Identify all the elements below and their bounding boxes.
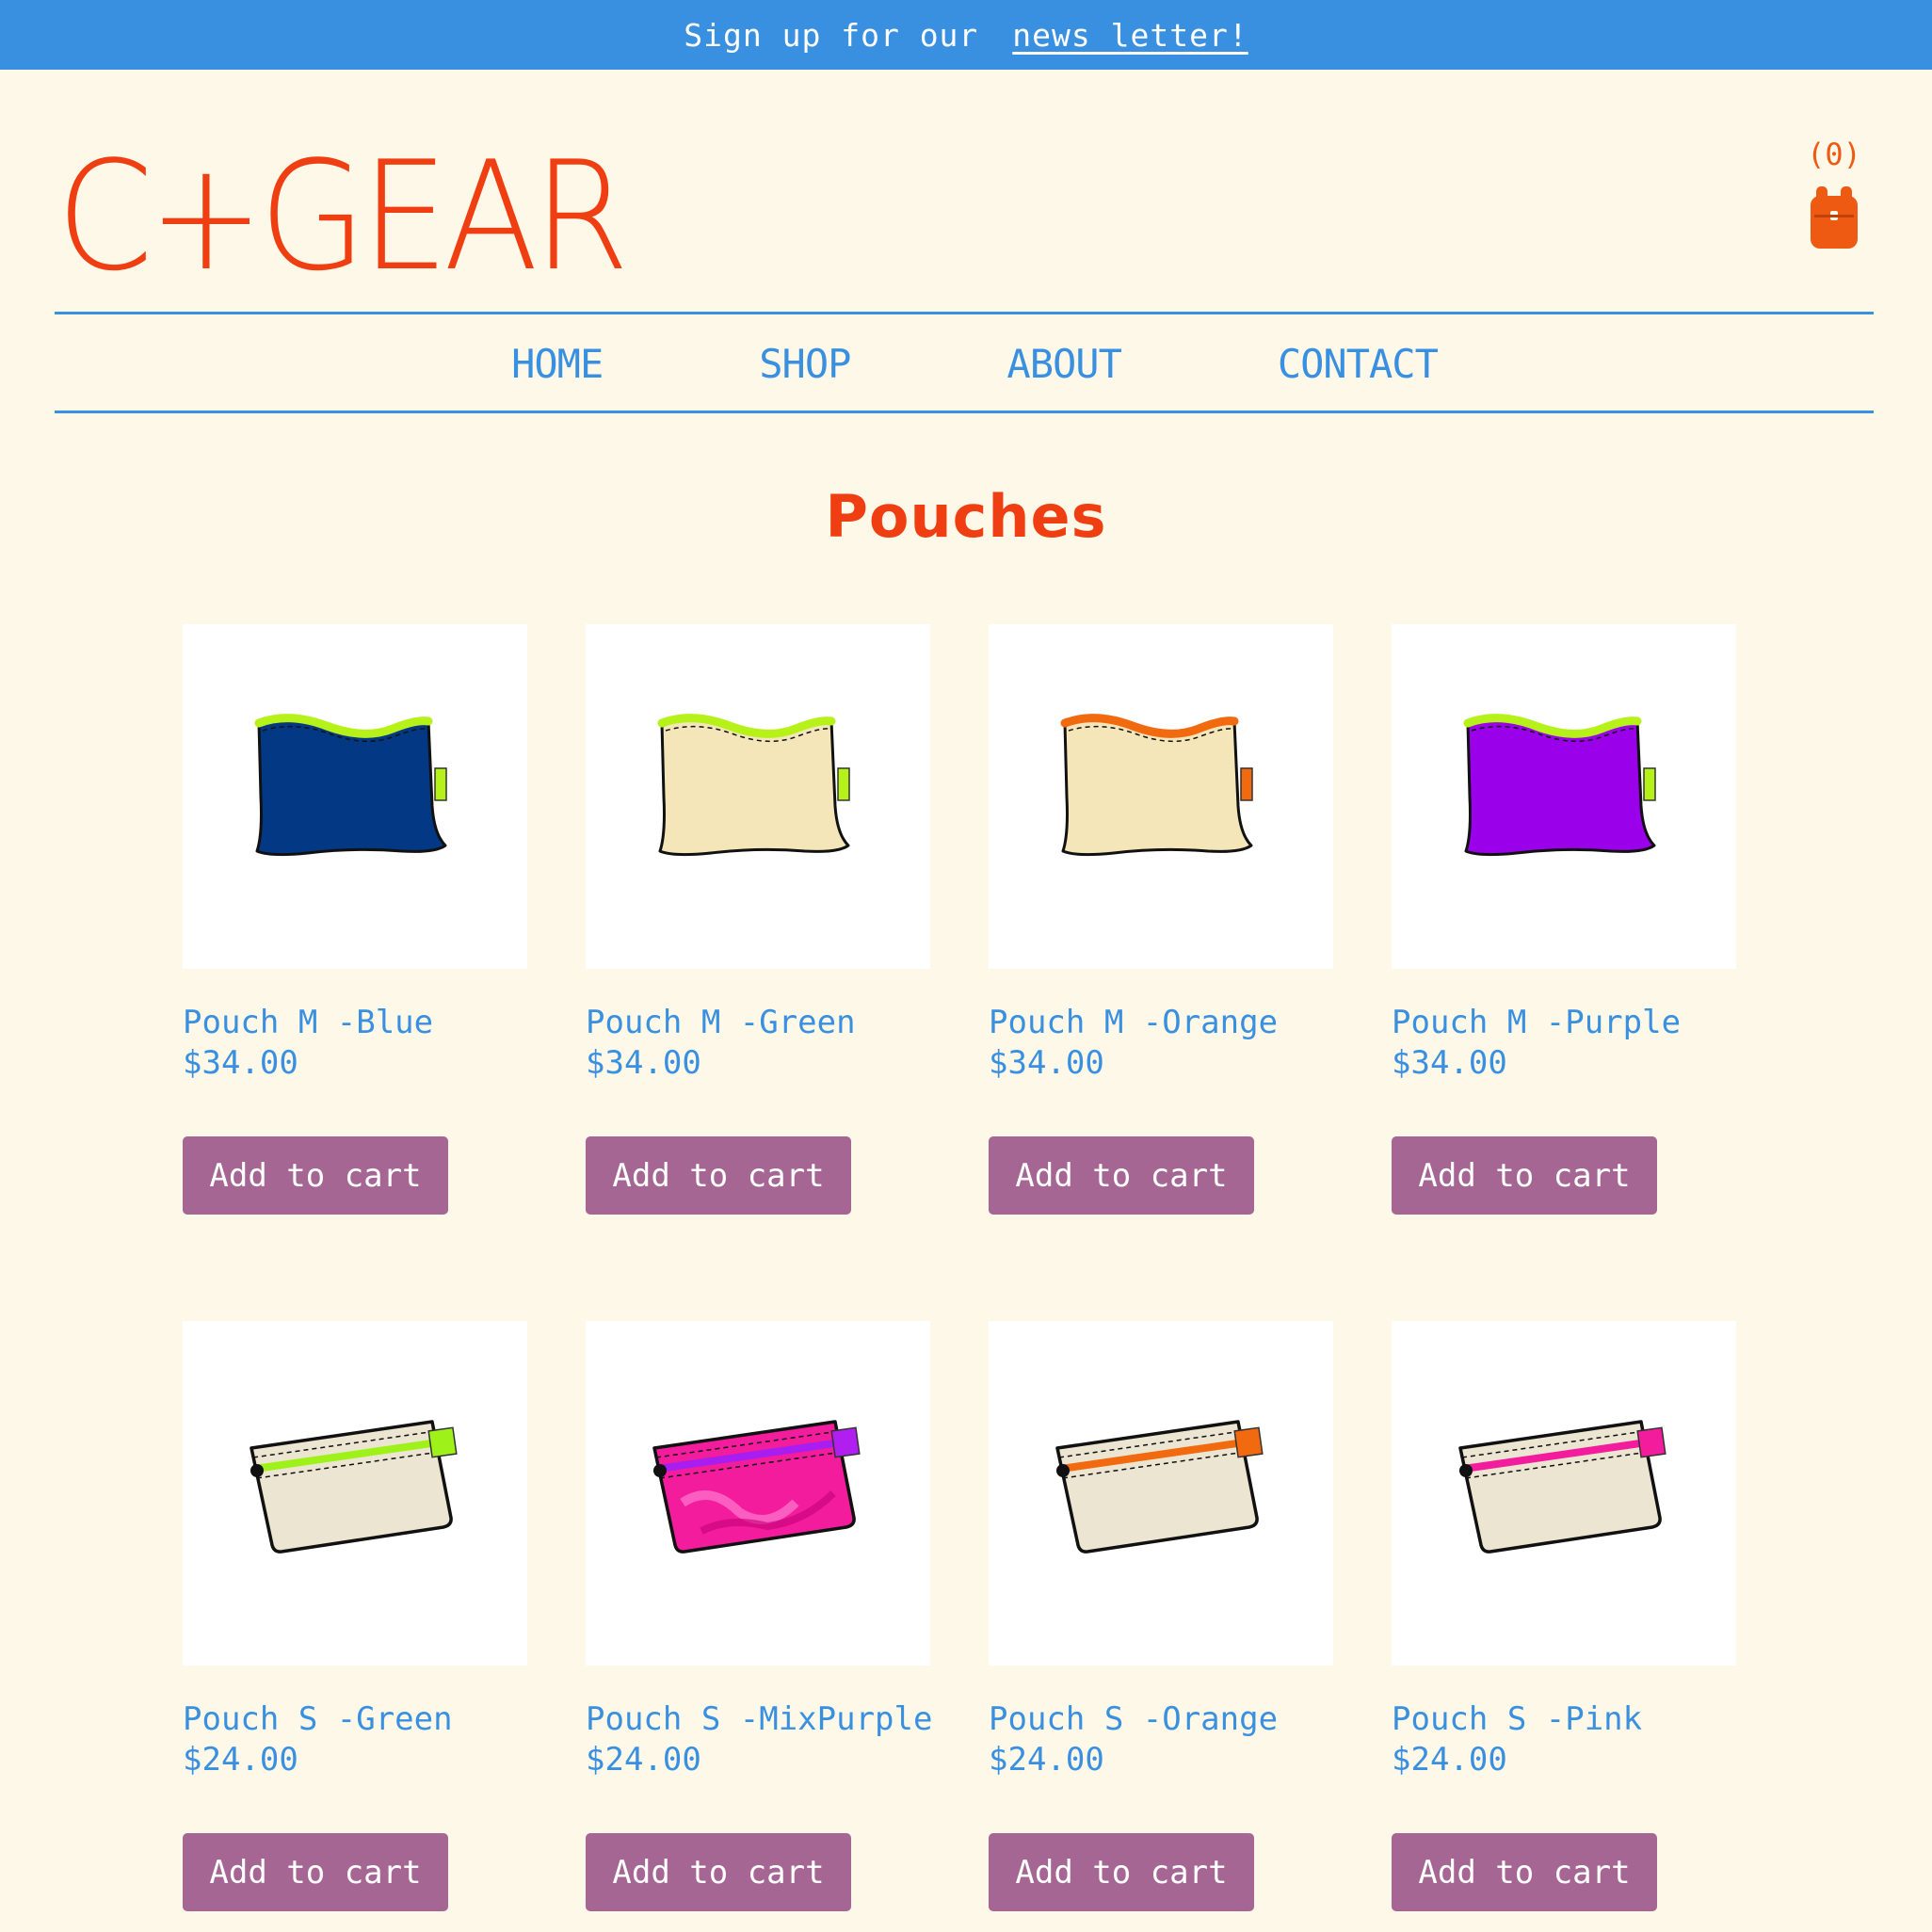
- product-name[interactable]: Pouch S -MixPurple: [586, 1699, 932, 1740]
- product-image[interactable]: [989, 1321, 1333, 1666]
- pouch-m-green-icon: [657, 714, 850, 857]
- product-name[interactable]: Pouch S -Pink: [1392, 1699, 1736, 1740]
- pouch-s-green-icon: [250, 1420, 458, 1554]
- add-to-cart-button[interactable]: Add to cart: [989, 1136, 1254, 1215]
- product-image[interactable]: [183, 624, 527, 969]
- product-name[interactable]: Pouch M -Purple: [1392, 1003, 1736, 1043]
- product-name[interactable]: Pouch S -Orange: [989, 1699, 1333, 1740]
- product-price: $24.00: [586, 1741, 701, 1779]
- add-to-cart-button[interactable]: Add to cart: [989, 1833, 1254, 1911]
- product-card: Pouch M -Purple $34.00 Add to cart: [1392, 624, 1736, 1321]
- add-to-cart-button[interactable]: Add to cart: [1392, 1833, 1657, 1911]
- newsletter-banner: Sign up for our news letter!: [0, 0, 1932, 70]
- product-card: Pouch S -MixPurple $24.00 Add to cart: [586, 1321, 932, 1932]
- add-to-cart-button[interactable]: Add to cart: [183, 1136, 448, 1215]
- product-image[interactable]: [989, 624, 1333, 969]
- backpack-icon: [1811, 186, 1858, 249]
- product-image[interactable]: [586, 1321, 930, 1666]
- product-card: Pouch M -Green $34.00 Add to cart: [586, 624, 930, 1321]
- product-price: $24.00: [183, 1741, 298, 1779]
- product-price: $24.00: [989, 1741, 1104, 1779]
- nav-about[interactable]: ABOUT: [1006, 341, 1121, 387]
- product-card: Pouch M -Blue $34.00 Add to cart: [183, 624, 527, 1321]
- pouch-s-pink-icon: [1458, 1420, 1666, 1554]
- nav-contact[interactable]: CONTACT: [1278, 341, 1439, 387]
- product-grid: Pouch M -Blue $34.00 Add to cart Pouch M…: [183, 624, 1738, 1932]
- product-image[interactable]: [1392, 1321, 1736, 1666]
- product-card: Pouch M -Orange $34.00 Add to cart: [989, 624, 1333, 1321]
- product-name[interactable]: Pouch M -Green: [586, 1003, 930, 1043]
- add-to-cart-button[interactable]: Add to cart: [183, 1833, 448, 1911]
- cart-button[interactable]: (0): [1794, 139, 1875, 249]
- pouch-m-orange-icon: [1060, 714, 1253, 857]
- product-price: $34.00: [1392, 1044, 1507, 1082]
- add-to-cart-button[interactable]: Add to cart: [586, 1136, 851, 1215]
- nav-top-divider: [55, 312, 1874, 314]
- product-image[interactable]: [183, 1321, 527, 1666]
- pouch-m-purple-icon: [1463, 714, 1656, 857]
- pouch-s-mixpurple-icon: [652, 1420, 861, 1554]
- product-card: Pouch S -Orange $24.00 Add to cart: [989, 1321, 1333, 1932]
- nav-home[interactable]: HOME: [511, 341, 604, 387]
- product-price: $24.00: [1392, 1741, 1507, 1779]
- pouch-s-orange-icon: [1055, 1420, 1264, 1554]
- newsletter-text: Sign up for our: [684, 16, 979, 54]
- nav-bottom-divider: [55, 411, 1874, 413]
- add-to-cart-button[interactable]: Add to cart: [586, 1833, 851, 1911]
- product-name[interactable]: Pouch M -Orange: [989, 1003, 1333, 1043]
- main-nav: HOME SHOP ABOUT CONTACT: [0, 316, 1932, 411]
- brand-logo[interactable]: C+GEAR: [56, 141, 630, 292]
- product-name[interactable]: Pouch M -Blue: [183, 1003, 527, 1043]
- product-price: $34.00: [183, 1044, 298, 1082]
- product-image[interactable]: [1392, 624, 1736, 969]
- product-card: Pouch S -Pink $24.00 Add to cart: [1392, 1321, 1736, 1932]
- newsletter-link[interactable]: news letter!: [1012, 17, 1248, 54]
- nav-shop[interactable]: SHOP: [759, 341, 851, 387]
- product-price: $34.00: [586, 1044, 701, 1082]
- product-name[interactable]: Pouch S -Green: [183, 1699, 527, 1740]
- product-card: Pouch S -Green $24.00 Add to cart: [183, 1321, 527, 1932]
- add-to-cart-button[interactable]: Add to cart: [1392, 1136, 1657, 1215]
- product-price: $34.00: [989, 1044, 1104, 1082]
- pouch-m-blue-icon: [254, 714, 447, 857]
- cart-count: (0): [1807, 137, 1861, 172]
- page-title: Pouches: [825, 482, 1107, 551]
- product-image[interactable]: [586, 624, 930, 969]
